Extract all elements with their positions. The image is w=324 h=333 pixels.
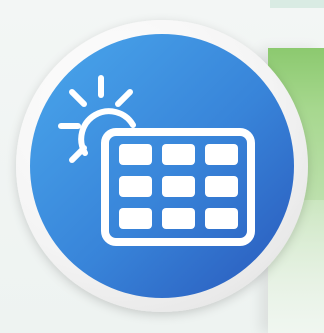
badge-icon (16, 20, 308, 312)
panel-cell-icon (119, 176, 152, 197)
panel-cell-icon (162, 176, 195, 197)
panel-cell-icon (205, 176, 238, 197)
solar-panel-icon (16, 20, 308, 312)
panel-cell-icon (205, 144, 238, 165)
panel-cell-icon (162, 208, 195, 229)
panel-cell-icon (119, 208, 152, 229)
panel-cell-icon (205, 208, 238, 229)
screen (0, 0, 324, 333)
panel-cell-icon (119, 144, 152, 165)
solar-panel-grid-icon (101, 128, 255, 246)
panel-cell-icon (162, 144, 195, 165)
